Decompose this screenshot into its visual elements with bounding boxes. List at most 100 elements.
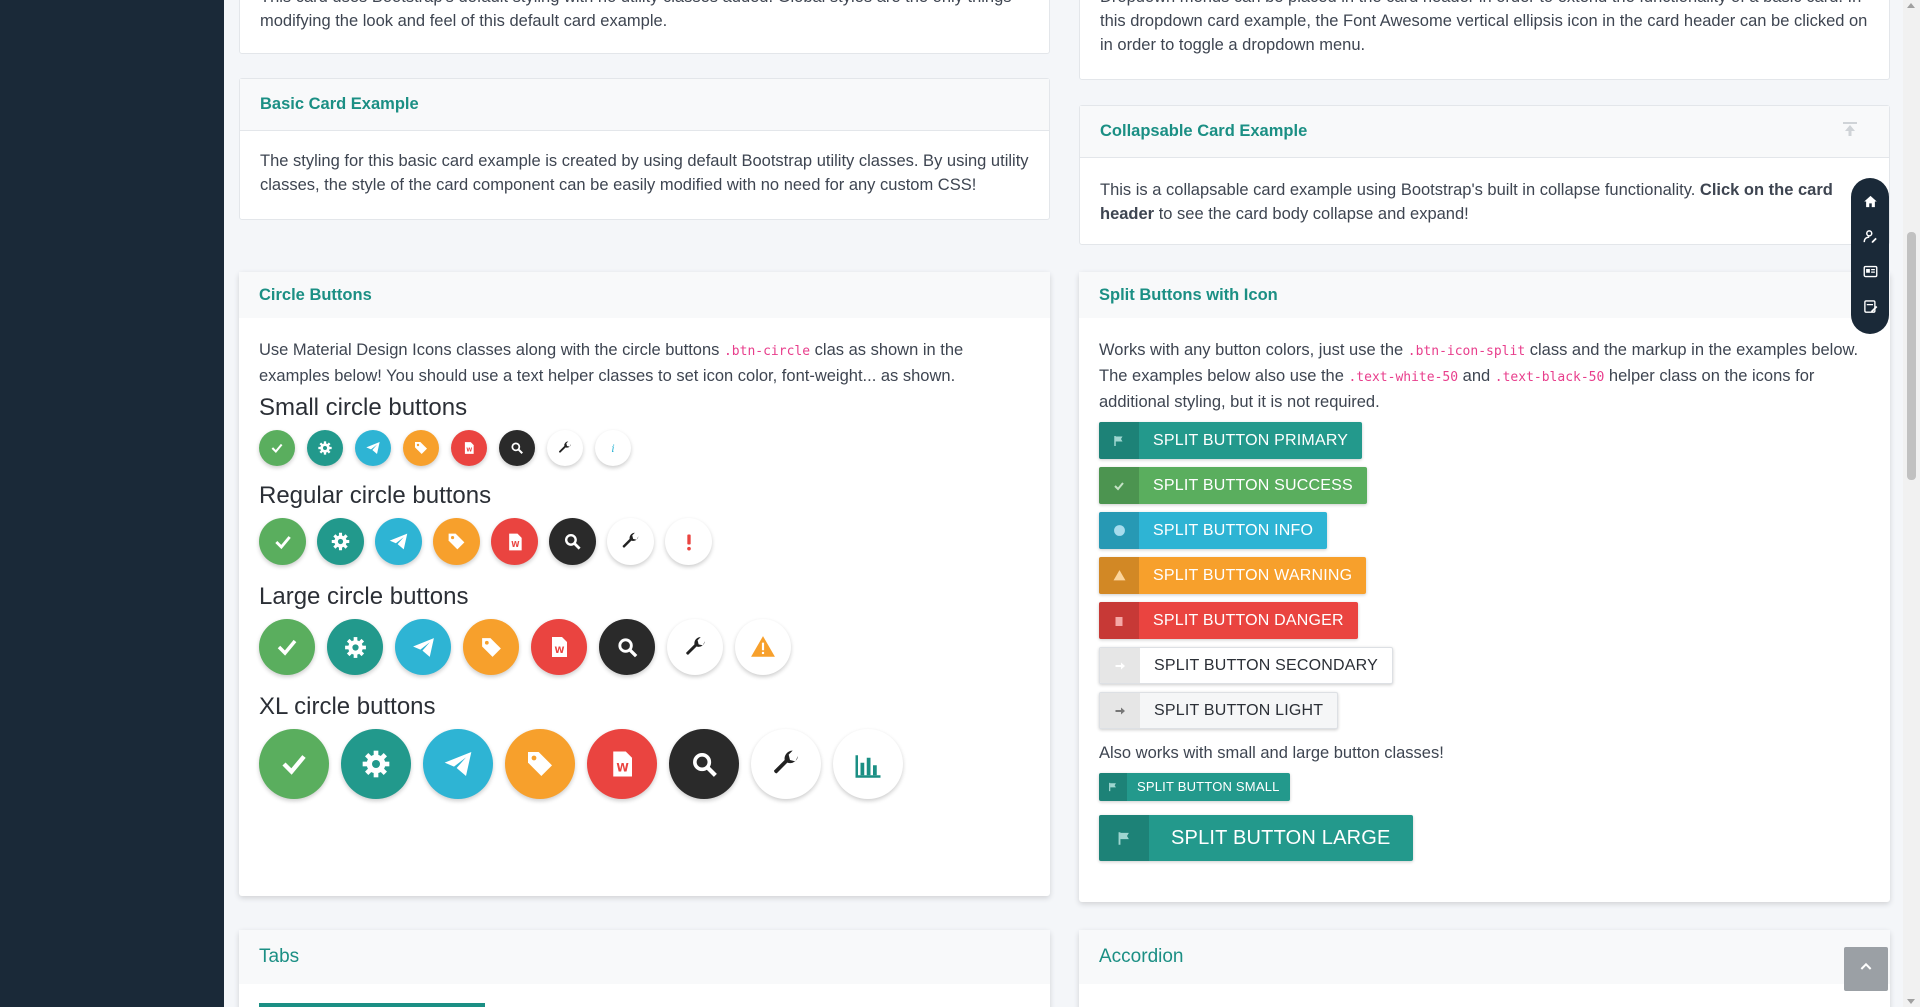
telegram-icon[interactable] (355, 430, 391, 466)
split-button-primary[interactable]: SPLIT BUTTON PRIMARY (1099, 422, 1363, 459)
split-button-warning[interactable]: SPLIT BUTTON WARNING (1099, 557, 1367, 594)
flag-icon (1099, 815, 1149, 861)
scrollbar-thumb[interactable] (1907, 232, 1916, 480)
warning-icon (1099, 557, 1139, 594)
sidebar (0, 0, 224, 1007)
default-card: This card uses Bootstrap's default styli… (239, 0, 1050, 54)
check-icon (1099, 467, 1139, 504)
gear-icon[interactable] (307, 430, 343, 466)
default-card-text: This card uses Bootstrap's default styli… (260, 0, 1012, 30)
basic-card-title: Basic Card Example (260, 95, 419, 113)
arrow-right-icon (1100, 693, 1140, 728)
tag-icon[interactable] (463, 619, 519, 675)
bar-chart-icon[interactable] (833, 729, 903, 799)
search-icon[interactable] (499, 430, 535, 466)
wrench-icon[interactable] (547, 430, 583, 466)
tabs-title: Tabs (259, 946, 300, 967)
floating-toolbar (1851, 178, 1889, 334)
regular-circle-row: W (259, 518, 1030, 565)
telegram-icon[interactable] (395, 619, 451, 675)
page-scrollbar[interactable] (1903, 0, 1920, 1007)
circle-buttons-header: Circle Buttons (239, 272, 1050, 318)
warning-icon[interactable] (735, 619, 791, 675)
info-icon[interactable]: i (595, 430, 631, 466)
basic-card-text: The styling for this basic card example … (260, 152, 1029, 194)
large-circle-row: W (259, 619, 1030, 675)
user-edit-icon[interactable] (1863, 229, 1878, 249)
main-content: This card uses Bootstrap's default styli… (224, 0, 1897, 1007)
scroll-up-arrow-icon[interactable] (1907, 3, 1915, 8)
id-card-icon[interactable] (1863, 264, 1878, 284)
small-circle-heading: Small circle buttons (259, 394, 468, 421)
search-icon[interactable] (549, 518, 596, 565)
collapsable-card-header[interactable]: Collapsable Card Example (1080, 106, 1889, 158)
large-circle-heading: Large circle buttons (259, 583, 469, 610)
split-buttons-title: Split Buttons with Icon (1099, 285, 1278, 304)
split-button-large[interactable]: SPLIT BUTTON LARGE (1099, 815, 1413, 861)
basic-card-header: Basic Card Example (240, 79, 1049, 131)
svg-text:W: W (616, 762, 629, 775)
split-button-secondary[interactable]: SPLIT BUTTON SECONDARY (1099, 647, 1394, 684)
scroll-to-top-button[interactable] (1844, 947, 1888, 991)
collapse-toggle-icon[interactable] (1841, 120, 1859, 143)
gear-icon[interactable] (341, 729, 411, 799)
collapsable-card: Collapsable Card Example This is a colla… (1079, 105, 1890, 245)
tabs-header: Tabs (239, 930, 1050, 984)
wrench-icon[interactable] (667, 619, 723, 675)
collapsable-card-text: This is a collapsable card example using… (1100, 181, 1833, 223)
tabs-card: Tabs (239, 930, 1050, 1007)
telegram-icon[interactable] (375, 518, 422, 565)
dropdown-card-text: Dropdown menus can be placed in the card… (1100, 0, 1868, 54)
check-icon[interactable] (259, 729, 329, 799)
trash-icon (1099, 602, 1139, 639)
circle-buttons-title: Circle Buttons (259, 285, 372, 304)
collapsable-card-title: Collapsable Card Example (1100, 122, 1308, 140)
wrench-icon[interactable] (751, 729, 821, 799)
gear-icon[interactable] (317, 518, 364, 565)
info-circle-icon (1099, 512, 1139, 549)
telegram-icon[interactable] (423, 729, 493, 799)
chevron-up-icon (1858, 959, 1874, 980)
svg-text:W: W (555, 646, 565, 656)
split-buttons-desc: Works with any button colors, just use t… (1099, 341, 1859, 411)
word-file-icon[interactable]: W (451, 430, 487, 466)
split-button-info[interactable]: SPLIT BUTTON INFO (1099, 512, 1328, 549)
circle-buttons-desc: Use Material Design Icons classes along … (259, 341, 964, 385)
circle-buttons-card: Circle Buttons Use Material Design Icons… (239, 272, 1050, 896)
home-icon[interactable] (1863, 194, 1878, 214)
split-buttons-header: Split Buttons with Icon (1079, 272, 1890, 318)
tag-icon[interactable] (403, 430, 439, 466)
xl-circle-row: W (259, 729, 1030, 799)
word-file-icon[interactable]: W (587, 729, 657, 799)
split-button-danger[interactable]: SPLIT BUTTON DANGER (1099, 602, 1358, 639)
dropdown-card: Dropdown menus can be placed in the card… (1079, 0, 1890, 80)
word-file-icon[interactable]: W (491, 518, 538, 565)
basic-card: Basic Card Example The styling for this … (239, 78, 1050, 220)
check-icon[interactable] (259, 518, 306, 565)
small-circle-row: W i (259, 430, 1030, 466)
search-icon[interactable] (669, 729, 739, 799)
word-file-icon[interactable]: W (531, 619, 587, 675)
tag-icon[interactable] (433, 518, 480, 565)
split-buttons-sizes-note: Also works with small and large button c… (1099, 744, 1444, 762)
active-tab-indicator[interactable] (259, 1003, 485, 1007)
split-button-light[interactable]: SPLIT BUTTON LIGHT (1099, 692, 1339, 729)
svg-text:W: W (511, 540, 520, 549)
accordion-header: Accordion (1079, 930, 1890, 984)
check-icon[interactable] (259, 430, 295, 466)
flag-icon (1099, 422, 1139, 459)
wrench-icon[interactable] (607, 518, 654, 565)
split-button-small[interactable]: SPLIT BUTTON SMALL (1099, 773, 1290, 801)
check-icon[interactable] (259, 619, 315, 675)
search-icon[interactable] (599, 619, 655, 675)
split-buttons-card: Split Buttons with Icon Works with any b… (1079, 272, 1890, 902)
split-button-success[interactable]: SPLIT BUTTON SUCCESS (1099, 467, 1367, 504)
xl-circle-heading: XL circle buttons (259, 693, 436, 720)
tag-icon[interactable] (505, 729, 575, 799)
gear-icon[interactable] (327, 619, 383, 675)
accordion-card: Accordion (1079, 930, 1890, 1007)
svg-text:W: W (466, 448, 472, 454)
exclamation-icon[interactable] (665, 518, 712, 565)
scroll-down-arrow-icon[interactable] (1907, 999, 1915, 1004)
note-edit-icon[interactable] (1863, 299, 1878, 319)
